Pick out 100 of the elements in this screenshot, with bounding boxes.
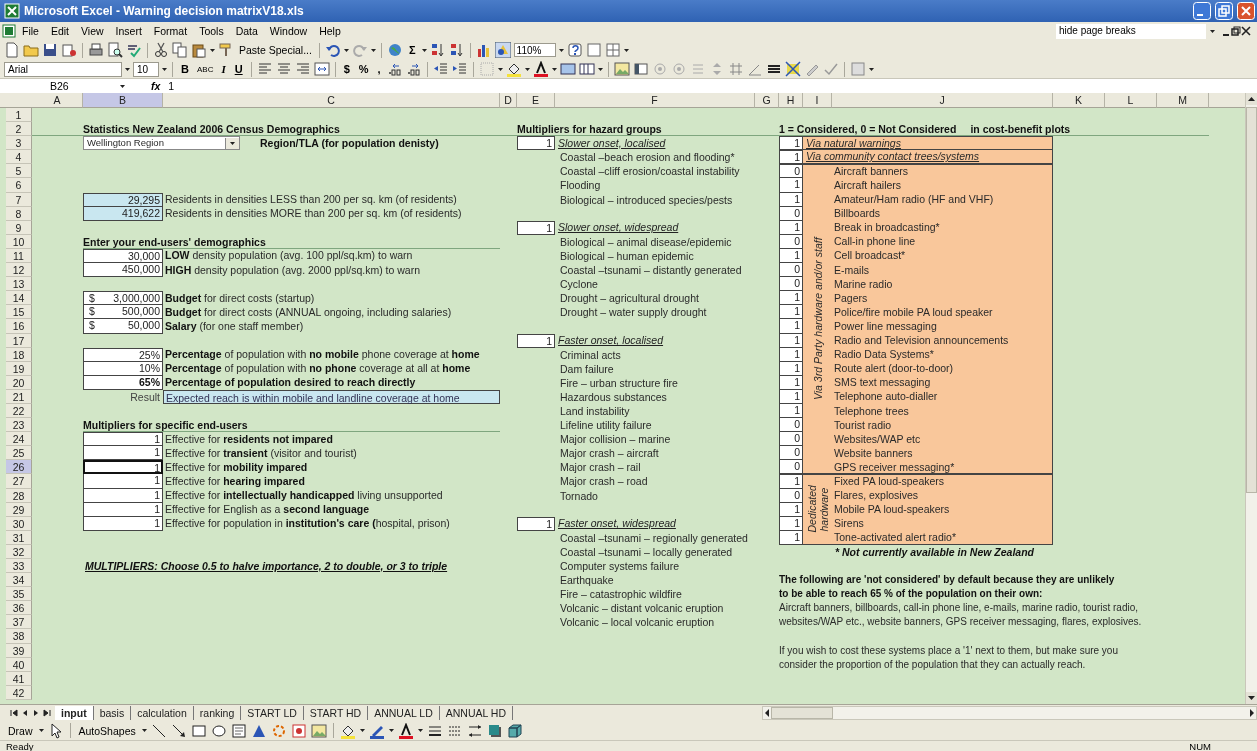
input-cell[interactable]: 0 bbox=[779, 432, 803, 447]
menu-item[interactable]: Insert bbox=[109, 25, 148, 37]
row-header[interactable]: 14 bbox=[6, 291, 32, 306]
cross-icon[interactable] bbox=[784, 61, 801, 77]
caret-icon[interactable] bbox=[38, 729, 44, 732]
caret-icon[interactable] bbox=[1210, 29, 1215, 33]
paste-icon[interactable] bbox=[191, 42, 207, 58]
row-header[interactable]: 23 bbox=[6, 418, 32, 433]
input-cell[interactable]: 1 bbox=[517, 333, 555, 348]
fill-color-icon[interactable] bbox=[505, 61, 522, 77]
menu-item[interactable]: Window bbox=[263, 25, 314, 37]
copy-icon[interactable] bbox=[172, 42, 188, 58]
decrease-decimal-icon[interactable] bbox=[405, 61, 422, 77]
help-search-field[interactable]: hide page breaks bbox=[1056, 23, 1206, 39]
caret-icon[interactable] bbox=[125, 67, 130, 71]
formula-field[interactable]: 1 bbox=[168, 80, 175, 92]
row-header[interactable]: 16 bbox=[6, 319, 32, 334]
menu-item[interactable]: File bbox=[16, 25, 45, 37]
workbook-icon[interactable] bbox=[2, 24, 16, 38]
menu-item[interactable]: View bbox=[75, 25, 110, 37]
clip-art-icon[interactable] bbox=[290, 722, 307, 739]
rectangle-icon[interactable] bbox=[190, 722, 207, 739]
font-color-icon[interactable] bbox=[532, 61, 549, 77]
underline-button[interactable]: U bbox=[231, 63, 246, 75]
input-cell[interactable]: 1 bbox=[517, 516, 555, 531]
italic-button[interactable]: I bbox=[218, 63, 229, 75]
input-cell[interactable]: 0 bbox=[779, 164, 803, 179]
input-cell[interactable]: 0 bbox=[779, 277, 803, 292]
row-header[interactable]: 26 bbox=[6, 460, 32, 475]
row-header[interactable]: 4 bbox=[6, 150, 32, 165]
input-cell[interactable]: 1 bbox=[779, 319, 803, 334]
input-cell[interactable]: 1 bbox=[517, 136, 555, 151]
autosum-button[interactable]: Σ bbox=[405, 44, 419, 56]
menu-item[interactable]: Data bbox=[229, 25, 264, 37]
sheet-tab[interactable]: ANNUAL HD bbox=[439, 706, 514, 720]
input-cell[interactable]: 0 bbox=[779, 460, 803, 475]
caret-icon[interactable] bbox=[623, 48, 629, 52]
hyperlink-globe-icon[interactable] bbox=[386, 42, 403, 58]
check-icon[interactable] bbox=[822, 61, 839, 77]
input-cell[interactable]: 1 bbox=[83, 446, 163, 461]
print-preview-icon[interactable] bbox=[107, 42, 123, 58]
caret-icon[interactable] bbox=[551, 67, 557, 71]
caret-icon[interactable] bbox=[388, 729, 394, 732]
increase-indent-icon[interactable] bbox=[451, 61, 468, 77]
oval-icon[interactable] bbox=[210, 722, 227, 739]
caret-icon[interactable] bbox=[230, 141, 235, 145]
align-left-icon[interactable] bbox=[256, 61, 273, 77]
font-color-icon[interactable] bbox=[397, 722, 414, 739]
menu-item[interactable]: Edit bbox=[44, 25, 75, 37]
sheet-tab[interactable]: ANNUAL LD bbox=[368, 706, 440, 720]
budget-field[interactable]: $ 3,000,000 bbox=[83, 291, 163, 306]
new-document-icon[interactable] bbox=[4, 42, 20, 58]
input-cell[interactable]: 1 bbox=[779, 150, 803, 165]
save-icon[interactable] bbox=[42, 42, 58, 58]
budget-field[interactable]: $ 500,000 bbox=[83, 305, 163, 320]
help-icon[interactable] bbox=[566, 42, 583, 58]
row-header[interactable]: 15 bbox=[6, 305, 32, 320]
scroll-up-icon[interactable] bbox=[1246, 93, 1257, 105]
menu-item[interactable]: Help bbox=[313, 25, 347, 37]
caret-icon[interactable] bbox=[421, 48, 427, 52]
arrow-icon[interactable] bbox=[170, 722, 187, 739]
input-cell[interactable]: 1 bbox=[83, 474, 163, 489]
scrollbar-thumb[interactable] bbox=[771, 707, 833, 719]
chart-icon[interactable] bbox=[475, 42, 492, 58]
spelling-icon[interactable] bbox=[126, 42, 142, 58]
input-cell[interactable]: 25% bbox=[83, 347, 163, 362]
column-header[interactable]: B bbox=[83, 93, 163, 108]
sort-descending-icon[interactable] bbox=[448, 42, 465, 58]
text-box-icon[interactable] bbox=[230, 722, 247, 739]
first-sheet-icon[interactable] bbox=[10, 709, 18, 717]
permission-icon[interactable] bbox=[61, 42, 77, 58]
print-icon[interactable] bbox=[88, 42, 104, 58]
input-cell[interactable]: 450,000 bbox=[83, 263, 163, 278]
close-icon[interactable] bbox=[1241, 26, 1251, 36]
zoom-dropdown[interactable]: 110% bbox=[513, 43, 556, 57]
region-dropdown[interactable]: Wellington Region bbox=[83, 136, 240, 151]
input-cell[interactable]: 0 bbox=[779, 446, 803, 461]
caret-icon[interactable] bbox=[141, 729, 147, 732]
last-sheet-icon[interactable] bbox=[43, 709, 51, 717]
input-cell[interactable]: 1 bbox=[517, 220, 555, 235]
caret-icon[interactable] bbox=[120, 84, 125, 88]
scroll-down-icon[interactable] bbox=[1246, 692, 1257, 704]
input-cell[interactable]: 1 bbox=[779, 178, 803, 193]
caret-icon[interactable] bbox=[497, 67, 503, 71]
row-header[interactable]: 35 bbox=[6, 587, 32, 602]
row-header[interactable]: 33 bbox=[6, 559, 32, 574]
merge-center-icon[interactable] bbox=[313, 61, 330, 77]
previous-sheet-icon[interactable] bbox=[21, 709, 29, 717]
row-header[interactable]: 24 bbox=[6, 432, 32, 447]
input-cell[interactable]: 0 bbox=[779, 263, 803, 278]
drawing-icon[interactable] bbox=[494, 42, 511, 58]
table-icon[interactable] bbox=[632, 61, 649, 77]
scrollbar-thumb[interactable] bbox=[1246, 107, 1257, 493]
input-cell[interactable]: 1 bbox=[779, 136, 803, 151]
name-box[interactable]: B26 bbox=[0, 80, 120, 92]
columns-icon[interactable] bbox=[578, 61, 595, 77]
row-header[interactable]: 3 bbox=[6, 136, 32, 151]
input-cell[interactable]: 1 bbox=[779, 305, 803, 320]
caret-icon[interactable] bbox=[210, 48, 215, 52]
input-cell[interactable]: 1 bbox=[779, 474, 803, 489]
